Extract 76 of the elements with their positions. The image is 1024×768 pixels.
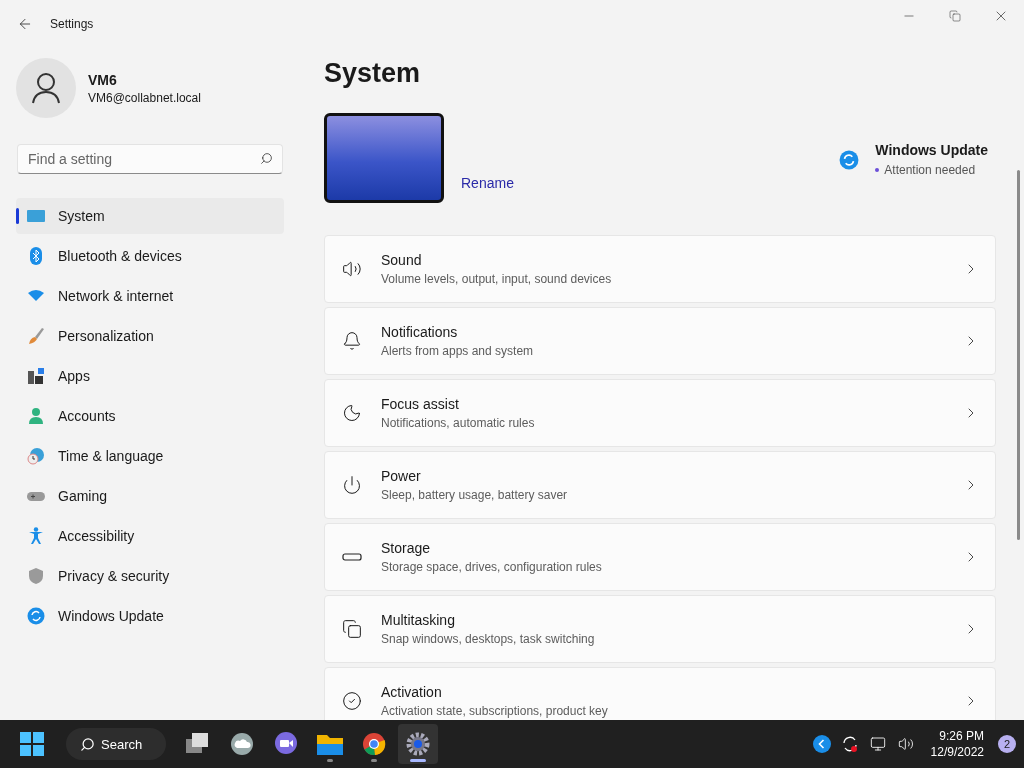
sidebar-item[interactable]: Accounts (16, 398, 284, 434)
update-title[interactable]: Windows Update (875, 142, 988, 158)
settings-card[interactable]: Notifications Alerts from apps and system (324, 307, 996, 375)
settings-card[interactable]: Activation Activation state, subscriptions, product key (324, 667, 996, 720)
card-description: Activation state, subscriptions, product key (381, 704, 609, 718)
cloud-icon (230, 732, 254, 756)
sidebar-item[interactable]: System (16, 198, 284, 234)
sidebar-item[interactable]: Personalization (16, 318, 284, 354)
sidebar-item[interactable]: Accessibility (16, 518, 284, 554)
clock[interactable]: 9:26 PM 12/9/2022 (930, 728, 984, 760)
sidebar-item[interactable]: Bluetooth & devices (16, 238, 284, 274)
clock-globe-icon (27, 447, 45, 465)
accessibility-icon (27, 527, 45, 545)
update-icon (27, 607, 45, 625)
check-circle-icon (342, 691, 362, 711)
search-field[interactable]: Find a setting (17, 144, 283, 174)
bluetooth-icon (27, 247, 45, 265)
card-title: Focus assist (381, 396, 460, 412)
sidebar-item[interactable]: Time & language (16, 438, 284, 474)
card-description: Alerts from apps and system (381, 344, 535, 358)
taskbar-app[interactable] (398, 724, 438, 764)
volume-icon[interactable] (897, 736, 914, 752)
shield-icon (27, 567, 45, 585)
card-title: Multitasking (381, 612, 456, 628)
card-title: Storage (381, 540, 432, 556)
window-title: Settings (50, 17, 95, 31)
status-dot (875, 168, 880, 172)
video-chat-icon (274, 732, 298, 756)
taskbar-search-button[interactable]: Search (66, 728, 166, 760)
card-title: Sound (381, 252, 423, 268)
user-name: VM6 (88, 71, 118, 88)
search-icon (80, 736, 95, 752)
search-icon (260, 152, 273, 165)
moon-icon (342, 403, 362, 423)
person-icon (31, 72, 61, 104)
person-icon (27, 407, 45, 425)
card-description: Storage space, drives, configuration rules (381, 560, 603, 574)
apps-icon (27, 367, 45, 385)
folder-icon (317, 733, 343, 755)
restore-icon (949, 10, 961, 22)
settings-card[interactable]: Multitasking Snap windows, desktops, task switching (324, 595, 996, 663)
card-title: Notifications (381, 324, 459, 340)
update-status: Attention needed (884, 163, 976, 177)
power-icon (342, 475, 362, 495)
sync-icon[interactable] (840, 735, 859, 753)
settings-card[interactable]: Focus assist Notifications, automatic rules (324, 379, 996, 447)
card-description: Notifications, automatic rules (381, 416, 536, 430)
windows-logo-icon (20, 732, 44, 756)
update-icon (839, 149, 860, 170)
rename-link[interactable]: Rename (461, 175, 514, 191)
sidebar-item[interactable]: Apps (16, 358, 284, 394)
page-title: System (324, 58, 422, 89)
sidebar-item[interactable]: Windows Update (16, 598, 284, 634)
speaker-icon (342, 259, 362, 279)
gear-icon (406, 732, 430, 756)
windows-stack-icon (186, 733, 210, 755)
settings-card[interactable]: Storage Storage space, drives, configuration rules (324, 523, 996, 591)
card-title: Power (381, 468, 422, 484)
chevron-left-icon[interactable] (812, 735, 831, 753)
brush-icon (27, 327, 45, 345)
card-title: Activation (381, 684, 443, 700)
notification-badge[interactable]: 2 (998, 735, 1016, 753)
bell-icon (342, 331, 362, 351)
settings-card[interactable]: Power Sleep, battery usage, battery saver (324, 451, 996, 519)
sidebar-item[interactable]: Network & internet (16, 278, 284, 314)
browser-icon (362, 732, 386, 756)
settings-card[interactable]: Sound Volume levels, output, input, sound devices (324, 235, 996, 303)
network-icon[interactable] (869, 736, 886, 752)
monitor-icon (27, 207, 45, 225)
card-description: Volume levels, output, input, sound devices (381, 272, 613, 286)
user-email: VM6@collabnet.local (88, 90, 201, 105)
card-description: Sleep, battery usage, battery saver (381, 488, 569, 502)
card-description: Snap windows, desktops, task switching (381, 632, 596, 646)
sidebar-item[interactable]: Privacy & security (16, 558, 284, 594)
scrollbar[interactable] (1017, 170, 1020, 540)
sidebar-item[interactable]: Gaming (16, 478, 284, 514)
